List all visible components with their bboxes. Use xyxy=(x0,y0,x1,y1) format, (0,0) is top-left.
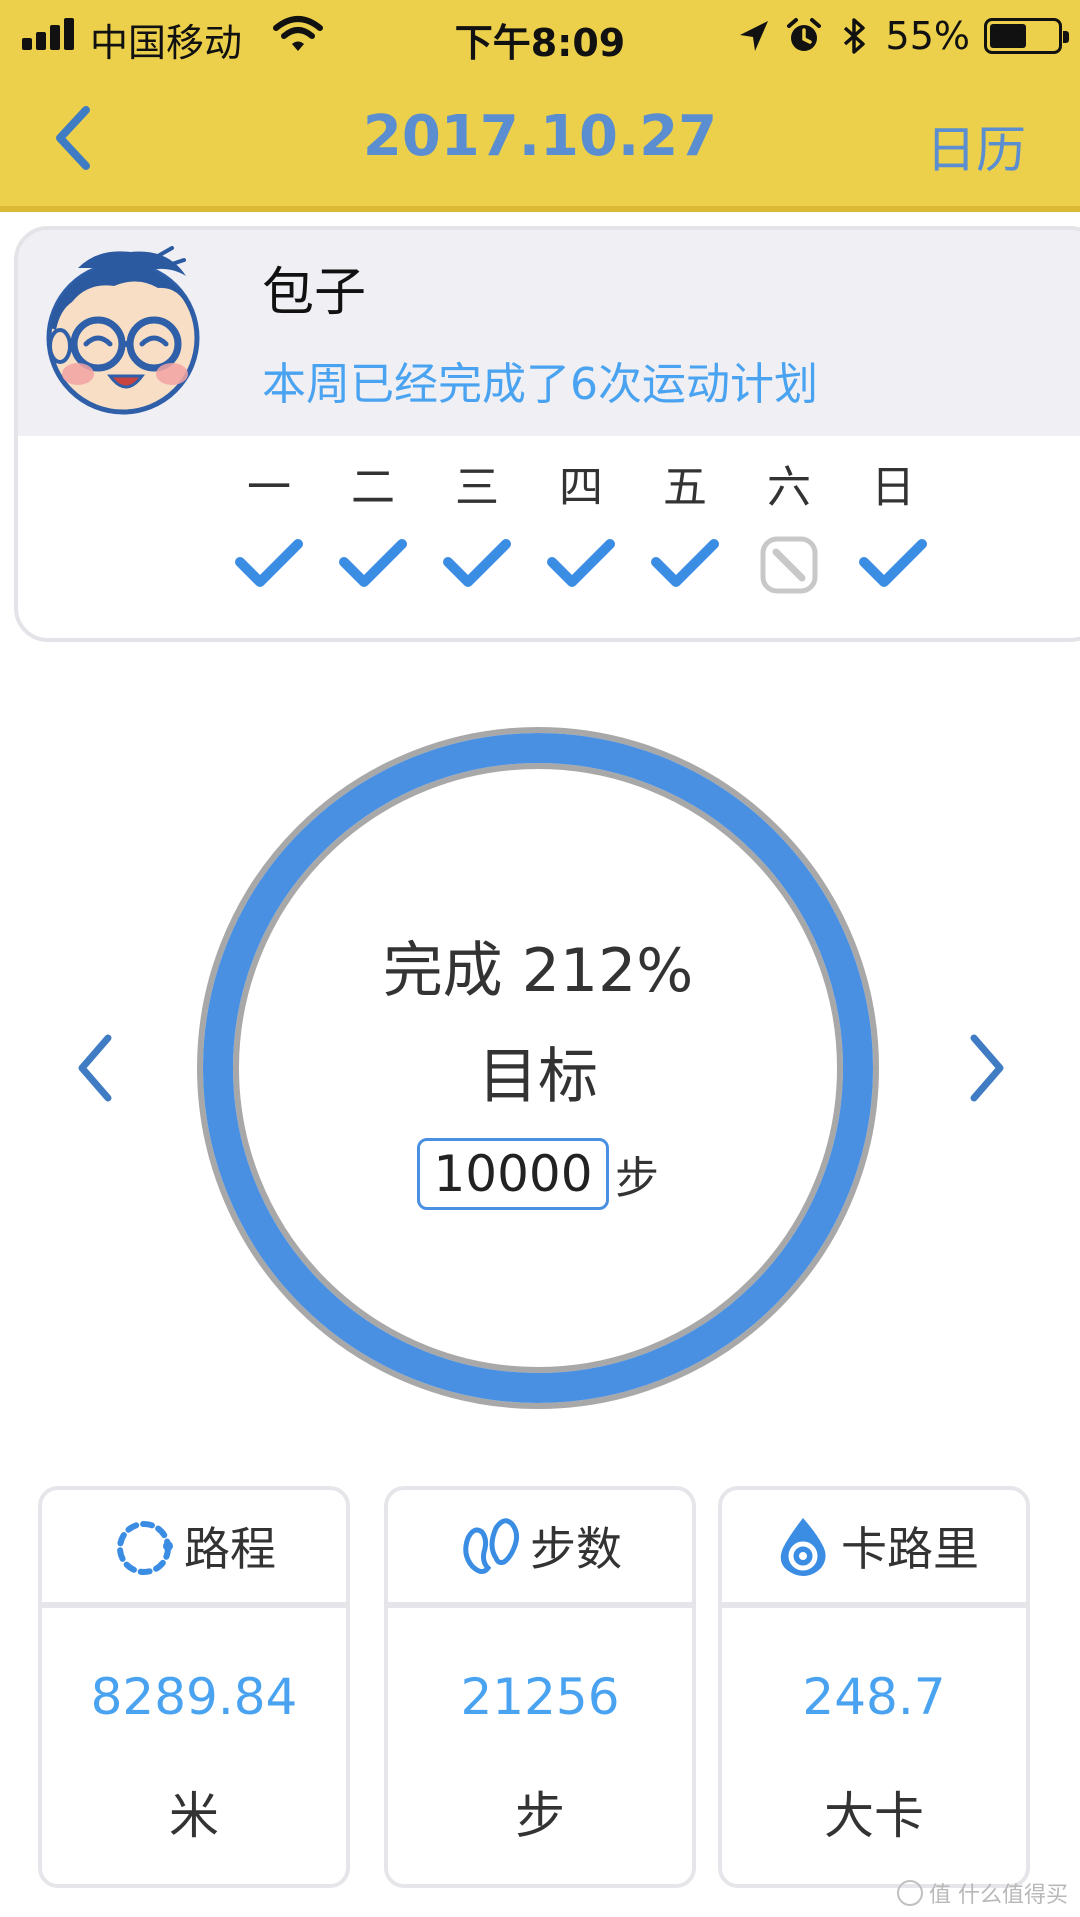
bluetooth-icon xyxy=(843,18,865,54)
check-icon xyxy=(859,539,927,587)
calories-unit: 大卡 xyxy=(824,1787,924,1845)
skipped-icon xyxy=(760,536,818,594)
weekly-summary: 本周已经完成了6次运动计划 xyxy=(262,359,818,410)
distance-value: 8289.84 xyxy=(90,1668,298,1726)
check-icon xyxy=(547,539,615,587)
battery-icon xyxy=(984,18,1069,54)
day-label: 二 xyxy=(351,462,395,513)
watermark-text: 值 什么值得买 xyxy=(929,1883,1068,1908)
status-bar: 中国移动 下午8:09 55% xyxy=(0,0,1080,70)
avatar xyxy=(46,246,200,415)
day-fri: 五 xyxy=(640,456,730,600)
alarm-icon xyxy=(786,18,821,51)
activity-screen: 中国移动 下午8:09 55% 2017.10.27 日历 包子 本周已经完成了… xyxy=(0,0,1080,1917)
day-sun: 日 xyxy=(848,456,938,600)
next-day-button[interactable] xyxy=(958,1032,1014,1104)
stat-header: 卡路里 xyxy=(722,1490,1026,1608)
day-label: 四 xyxy=(559,462,603,513)
goal-label: 目标 xyxy=(478,1042,598,1112)
day-label: 六 xyxy=(767,462,811,513)
steps-card[interactable]: 步数 21256 步 xyxy=(384,1486,696,1888)
day-thu: 四 xyxy=(536,456,626,600)
check-icon xyxy=(339,539,407,587)
battery-percent: 55% xyxy=(885,14,970,58)
day-label: 五 xyxy=(663,462,707,513)
status-icons: 55% xyxy=(736,12,1069,60)
stat-header: 路程 xyxy=(42,1490,346,1608)
profile-header: 包子 本周已经完成了6次运动计划 xyxy=(18,230,1080,436)
day-sat: 六 xyxy=(744,456,834,600)
steps-value: 21256 xyxy=(460,1668,620,1726)
day-label: 日 xyxy=(871,462,915,513)
distance-unit: 米 xyxy=(169,1787,219,1845)
day-wed: 三 xyxy=(432,456,522,600)
stat-title: 步数 xyxy=(530,1522,622,1576)
completion-percent: 完成 212% xyxy=(382,936,694,1006)
check-icon xyxy=(235,539,303,587)
progress-text: 完成 212% 目标 步 xyxy=(196,726,880,1410)
goal-unit: 步 xyxy=(615,1153,659,1204)
nav-bar: 2017.10.27 日历 xyxy=(0,70,1080,206)
header: 中国移动 下午8:09 55% 2017.10.27 日历 xyxy=(0,0,1080,212)
calendar-button[interactable]: 日历 xyxy=(926,110,1026,182)
calories-value: 248.7 xyxy=(802,1668,946,1726)
goal-row: 步 xyxy=(196,1136,880,1212)
progress-ring: 完成 212% 目标 步 xyxy=(196,726,880,1410)
goal-steps-input[interactable] xyxy=(417,1138,609,1210)
calories-card[interactable]: 卡路里 248.7 大卡 xyxy=(718,1486,1030,1888)
check-icon xyxy=(443,539,511,587)
stat-title: 卡路里 xyxy=(841,1522,979,1576)
route-icon xyxy=(117,1521,173,1575)
page-title: 2017.10.27 xyxy=(362,104,718,169)
user-name: 包子 xyxy=(262,263,367,323)
profile-card: 包子 本周已经完成了6次运动计划 一 二 三 四 五 六 日 xyxy=(14,226,1080,642)
day-tue: 二 xyxy=(328,456,418,600)
flame-drop-icon xyxy=(780,1518,826,1576)
location-arrow-icon xyxy=(739,21,768,51)
stat-title: 路程 xyxy=(184,1522,276,1576)
battery-level xyxy=(990,24,1027,48)
day-label: 三 xyxy=(455,462,499,513)
watermark-logo-icon xyxy=(897,1880,923,1906)
week-progress: 一 二 三 四 五 六 日 xyxy=(224,456,944,636)
steps-unit: 步 xyxy=(515,1787,565,1845)
day-label: 一 xyxy=(247,462,291,513)
previous-day-button[interactable] xyxy=(68,1032,124,1104)
watermark: 值 什么值得买 xyxy=(897,1877,1068,1909)
day-mon: 一 xyxy=(224,456,314,600)
distance-card[interactable]: 路程 8289.84 米 xyxy=(38,1486,350,1888)
stat-header: 步数 xyxy=(388,1490,692,1608)
check-icon xyxy=(651,539,719,587)
footprints-icon xyxy=(463,1518,520,1574)
